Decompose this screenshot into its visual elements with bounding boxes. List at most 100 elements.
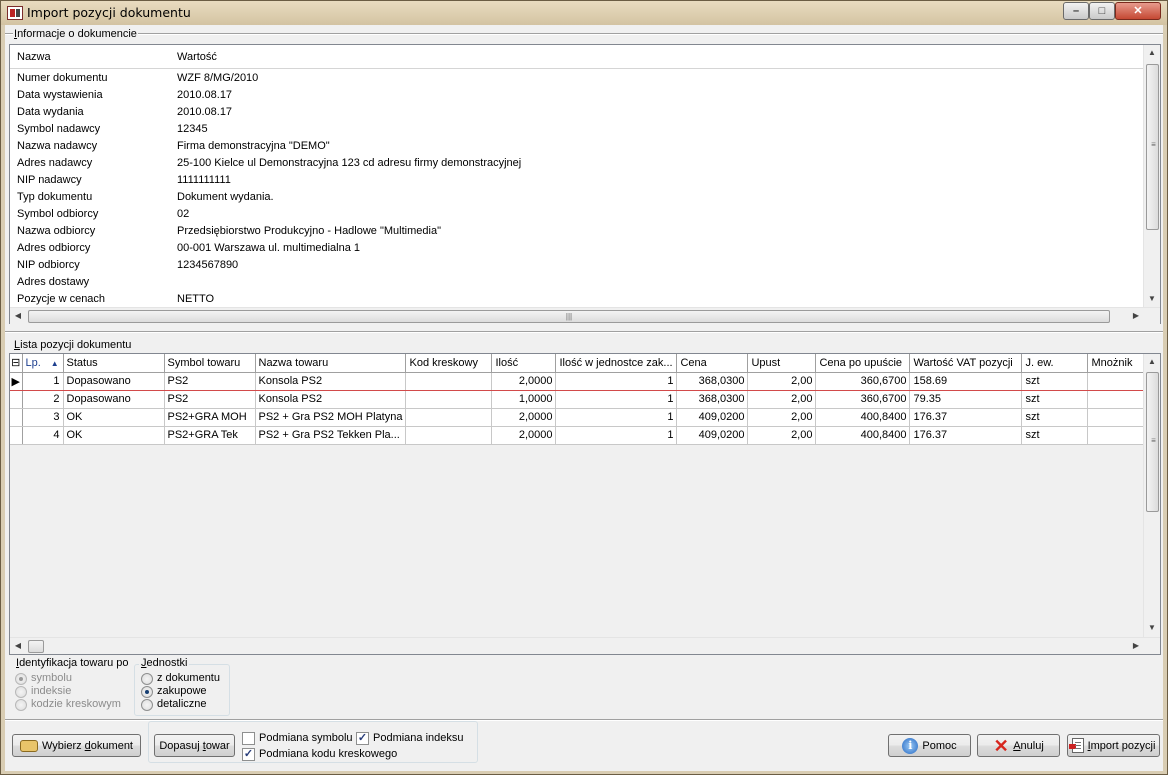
cell-mnoznik[interactable] [1087, 371, 1148, 391]
info-row[interactable]: Typ dokumentu Dokument wydania. [10, 189, 1144, 206]
scroll-down-arrow-icon[interactable]: ▼ [1144, 620, 1160, 636]
cell-upust[interactable]: 2,00 [747, 408, 817, 427]
cell-vat[interactable]: 158.69 [909, 371, 1023, 391]
cell-ilosc_jz[interactable]: 1 [555, 426, 678, 445]
cell-status[interactable]: OK [63, 426, 165, 445]
table-row[interactable]: 2 Dopasowano PS2 Konsola PS2 1,0000 1 368,0300… [10, 390, 1148, 409]
cell-nazwa[interactable]: Konsola PS2 [255, 371, 407, 391]
minimize-button[interactable]: – [1063, 2, 1089, 20]
scroll-thumb[interactable]: ≡ [1146, 372, 1159, 512]
scroll-left-arrow-icon[interactable]: ◀ [10, 308, 26, 324]
column-header[interactable]: Cena po upuście [815, 354, 911, 373]
cell-jew[interactable]: szt [1021, 426, 1089, 445]
column-header[interactable]: Nazwa towaru [255, 354, 407, 373]
cell-cena[interactable]: 368,0300 [676, 390, 749, 409]
info-row[interactable]: Nazwa odbiorcy Przedsiębiorstwo Produkcyj… [10, 223, 1144, 240]
cell-upust[interactable]: 2,00 [747, 371, 817, 391]
maximize-button[interactable]: □ [1089, 2, 1115, 20]
cell-jew[interactable]: szt [1021, 390, 1089, 409]
scroll-thumb-h[interactable] [28, 640, 44, 653]
cell-vat[interactable]: 79.35 [909, 390, 1023, 409]
scroll-thumb[interactable]: ≡ [1146, 64, 1159, 230]
scroll-down-arrow-icon[interactable]: ▼ [1144, 291, 1160, 307]
info-vertical-scrollbar[interactable]: ▲ ≡ ▼ [1143, 45, 1160, 307]
grid-corner-icon[interactable]: ⊟ [10, 354, 23, 373]
cancel-button[interactable]: ✕ Anuluj [977, 734, 1060, 757]
column-header[interactable]: Ilość [491, 354, 557, 373]
cell-status[interactable]: Dopasowano [63, 390, 165, 409]
column-header[interactable]: Symbol towaru [164, 354, 256, 373]
info-col-value[interactable]: Wartość [177, 51, 217, 63]
info-row[interactable]: Nazwa nadawcy Firma demonstracyjna "DEMO" [10, 138, 1144, 155]
replace-index-checkbox[interactable]: ✓ Podmiana indeksu [356, 732, 466, 746]
cell-ilosc_jz[interactable]: 1 [555, 408, 678, 427]
column-header[interactable]: Ilość w jednostce zak... [555, 354, 678, 373]
radio-button[interactable] [141, 699, 153, 711]
cell-nazwa[interactable]: PS2 + Gra PS2 Tekken Pla... [255, 426, 407, 445]
cell-ilosc_jz[interactable]: 1 [555, 390, 678, 409]
cell-upust[interactable]: 2,00 [747, 426, 817, 445]
cell-symbol[interactable]: PS2 [164, 371, 256, 391]
cell-nazwa[interactable]: Konsola PS2 [255, 390, 407, 409]
column-header[interactable]: Wartość VAT pozycji [909, 354, 1023, 373]
cell-vat[interactable]: 176.37 [909, 426, 1023, 445]
cell-lp[interactable]: 1 [22, 371, 64, 391]
info-row[interactable]: Data wystawienia 2010.08.17 [10, 87, 1144, 104]
row-indicator[interactable] [10, 390, 23, 409]
checkbox-box[interactable] [242, 732, 255, 745]
cell-mnoznik[interactable] [1087, 408, 1148, 427]
replace-symbol-checkbox[interactable]: Podmiana symbolu [242, 732, 353, 746]
radio-button[interactable] [141, 673, 153, 685]
replace-barcode-checkbox[interactable]: ✓ Podmiana kodu kreskowego [242, 748, 402, 762]
info-row[interactable]: Data wydania 2010.08.17 [10, 104, 1144, 121]
info-row[interactable]: NIP odbiorcy 1234567890 [10, 257, 1144, 274]
document-info-grid[interactable]: Nazwa Wartość Numer dokumentu WZF 8/MG/20… [9, 44, 1161, 324]
cell-lp[interactable]: 4 [22, 426, 64, 445]
cell-cena_po[interactable]: 400,8400 [815, 408, 911, 427]
scroll-thumb-h[interactable]: ||| [28, 310, 1110, 323]
cell-cena[interactable]: 409,0200 [676, 426, 749, 445]
cell-status[interactable]: Dopasowano [63, 371, 165, 391]
column-header[interactable]: Cena [676, 354, 749, 373]
cell-vat[interactable]: 176.37 [909, 408, 1023, 427]
cell-mnoznik[interactable] [1087, 390, 1148, 409]
info-row[interactable]: Numer dokumentu WZF 8/MG/2010 [10, 70, 1144, 87]
current-row-indicator-icon[interactable]: ▶ [10, 371, 23, 391]
positions-grid[interactable]: ⊟ Lp. ▲ Status Symbol towaru Nazwa towaru Kod… [9, 353, 1161, 655]
column-header[interactable]: J. ew. [1021, 354, 1089, 373]
column-header[interactable]: Lp. ▲ [22, 354, 64, 373]
cell-symbol[interactable]: PS2 [164, 390, 256, 409]
column-header[interactable]: Kod kreskowy [405, 354, 493, 373]
info-col-name[interactable]: Nazwa [17, 51, 51, 63]
info-row[interactable]: Adres dostawy [10, 274, 1144, 291]
info-row[interactable]: Pozycje w cenach NETTO [10, 291, 1144, 308]
cell-upust[interactable]: 2,00 [747, 390, 817, 409]
import-positions-button[interactable]: Import pozycji [1067, 734, 1160, 757]
cell-mnoznik[interactable] [1087, 426, 1148, 445]
scroll-up-arrow-icon[interactable]: ▲ [1144, 354, 1160, 370]
info-row[interactable]: Symbol odbiorcy 02 [10, 206, 1144, 223]
cell-ilosc[interactable]: 2,0000 [491, 371, 557, 391]
match-product-button[interactable]: Dopasuj towar [154, 734, 235, 757]
table-row[interactable]: 4 OK PS2+GRA Tek PS2 + Gra PS2 Tekken Pla..… [10, 426, 1148, 445]
cell-kod[interactable] [405, 371, 493, 391]
cell-ilosc[interactable]: 2,0000 [491, 426, 557, 445]
scroll-up-arrow-icon[interactable]: ▲ [1144, 45, 1160, 61]
cell-ilosc[interactable]: 1,0000 [491, 390, 557, 409]
cell-cena[interactable]: 409,0200 [676, 408, 749, 427]
scroll-right-arrow-icon[interactable]: ▶ [1128, 308, 1144, 324]
cell-lp[interactable]: 3 [22, 408, 64, 427]
cell-ilosc_jz[interactable]: 1 [555, 371, 678, 391]
cell-kod[interactable] [405, 408, 493, 427]
units-option-2[interactable]: detaliczne [141, 698, 251, 712]
cell-symbol[interactable]: PS2+GRA MOH [164, 408, 256, 427]
choose-document-button[interactable]: Wybierz dokument [12, 734, 141, 757]
cell-cena_po[interactable]: 360,6700 [815, 390, 911, 409]
cell-cena_po[interactable]: 360,6700 [815, 371, 911, 391]
checkbox-box[interactable]: ✓ [356, 732, 369, 745]
column-header[interactable]: Status [63, 354, 165, 373]
row-indicator[interactable] [10, 426, 23, 445]
checkbox-box[interactable]: ✓ [242, 748, 255, 761]
info-row[interactable]: Adres odbiorcy 00-001 Warszawa ul. multim… [10, 240, 1144, 257]
positions-vertical-scrollbar[interactable]: ▲ ≡ ▼ [1143, 354, 1160, 637]
